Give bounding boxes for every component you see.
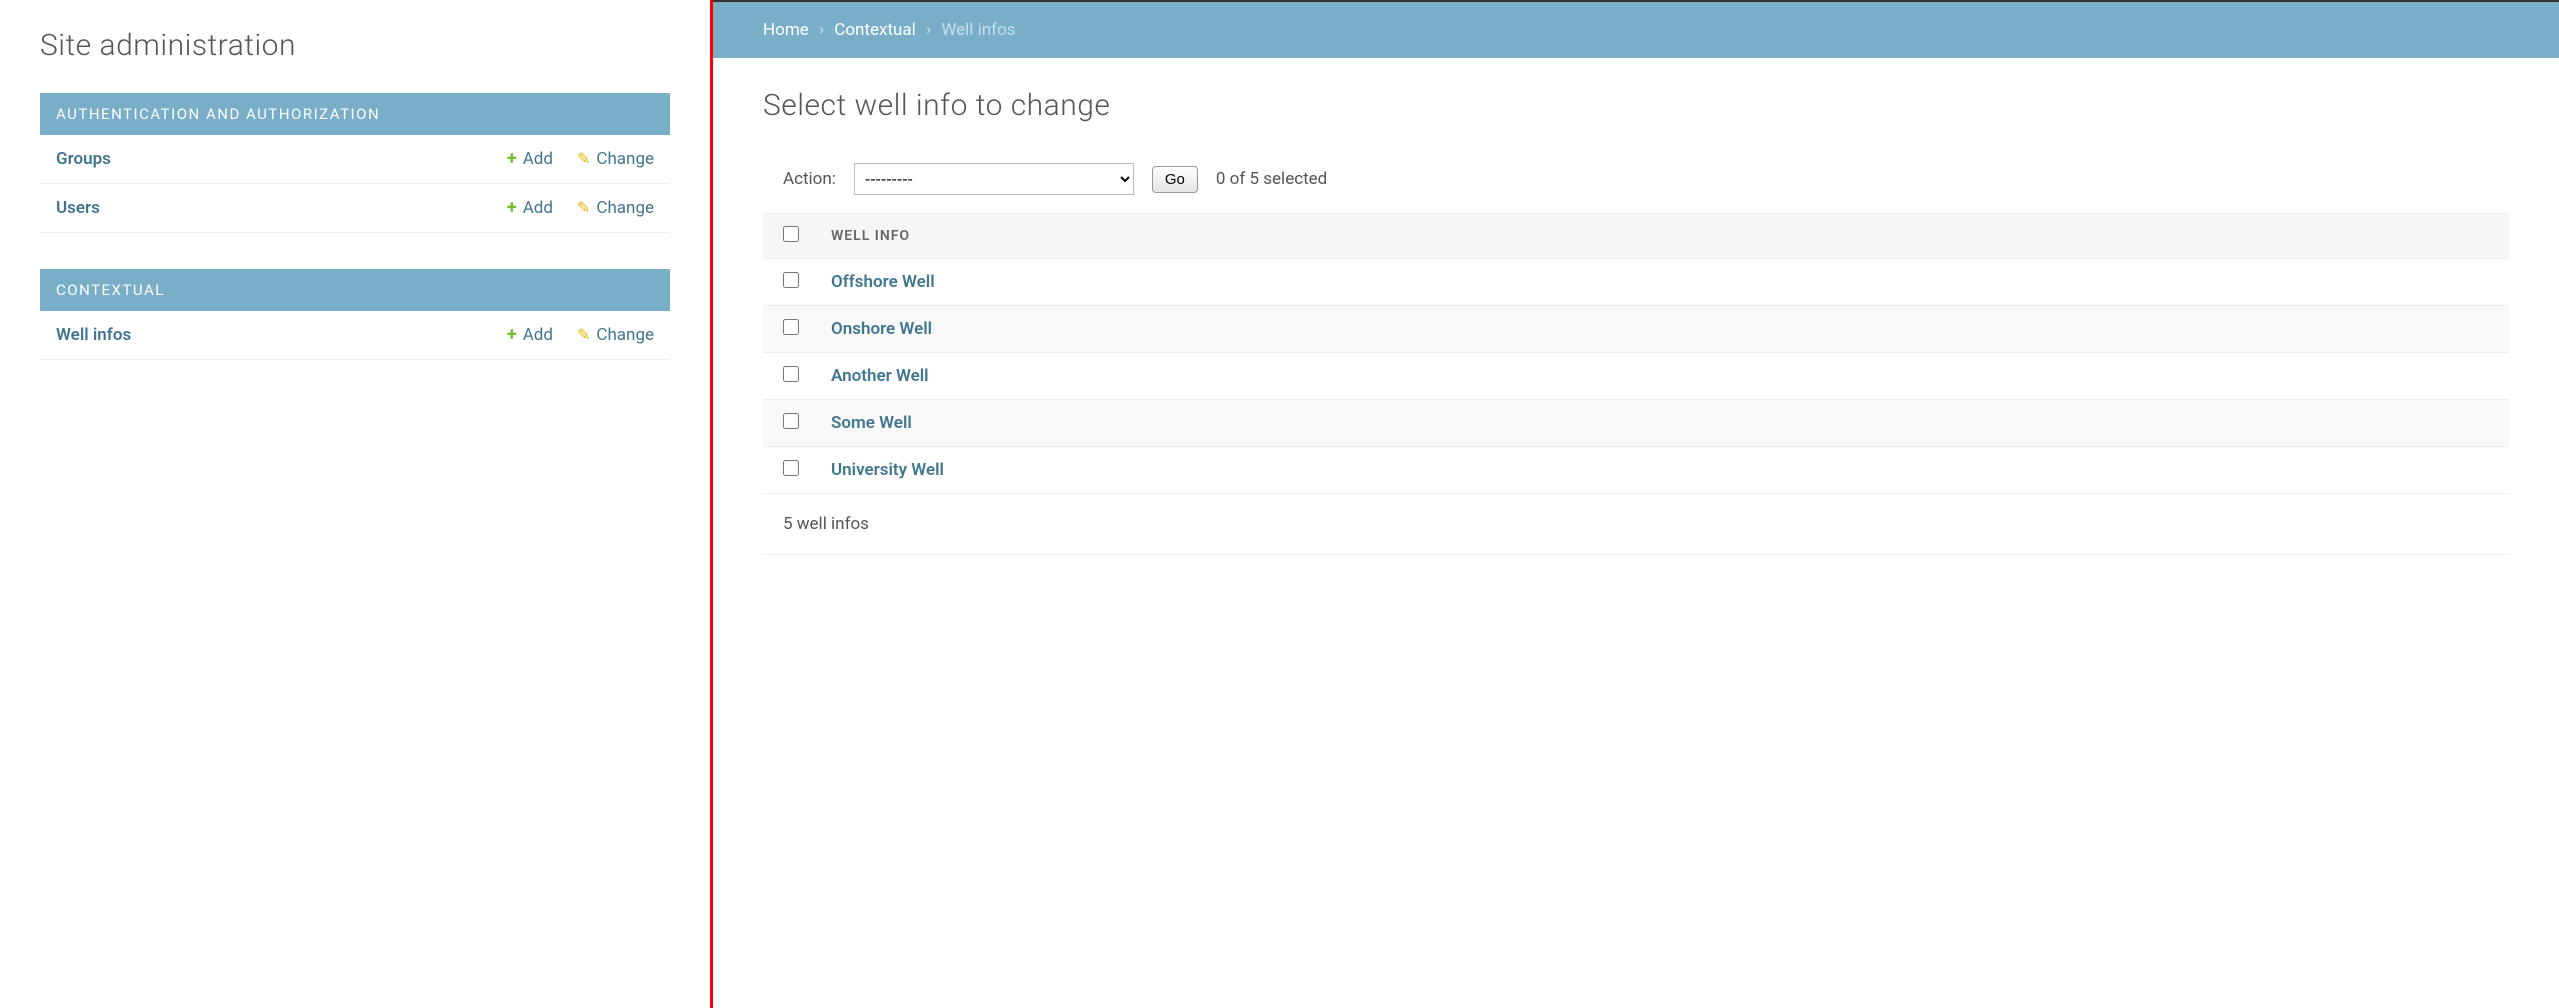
module-header-contextual: CONTEXTUAL bbox=[40, 269, 670, 311]
item-link[interactable]: Another Well bbox=[831, 366, 929, 386]
module-actions: + Add ✎ Change bbox=[507, 198, 654, 218]
add-label: Add bbox=[523, 198, 553, 218]
table-row: Another Well bbox=[763, 353, 2509, 400]
page-title: Site administration bbox=[40, 28, 670, 63]
breadcrumb-sep: › bbox=[813, 20, 830, 40]
change-label: Change bbox=[596, 325, 654, 345]
change-link-groups[interactable]: ✎ Change bbox=[577, 149, 654, 169]
model-link-well-infos[interactable]: Well infos bbox=[56, 325, 507, 345]
breadcrumb-sep: › bbox=[920, 20, 937, 40]
changelist-panel: Home › Contextual › Well infos Select we… bbox=[713, 0, 2559, 1008]
pencil-icon: ✎ bbox=[577, 200, 590, 216]
plus-icon: + bbox=[507, 150, 517, 168]
changelist-title: Select well info to change bbox=[763, 88, 2509, 123]
row-checkbox[interactable] bbox=[783, 272, 799, 288]
add-link-groups[interactable]: + Add bbox=[507, 149, 553, 169]
module-actions: + Add ✎ Change bbox=[507, 325, 654, 345]
module-actions: + Add ✎ Change bbox=[507, 149, 654, 169]
plus-icon: + bbox=[507, 199, 517, 217]
item-link[interactable]: University Well bbox=[831, 460, 944, 480]
site-admin-panel: Site administration AUTHENTICATION AND A… bbox=[0, 0, 710, 1008]
item-link[interactable]: Onshore Well bbox=[831, 319, 932, 339]
module-auth: AUTHENTICATION AND AUTHORIZATION Groups … bbox=[40, 93, 670, 233]
results-table: WELL INFO Offshore Well Onshore Well bbox=[763, 213, 2509, 494]
action-label: Action: bbox=[783, 169, 836, 189]
item-link[interactable]: Offshore Well bbox=[831, 272, 935, 292]
column-header-well-info[interactable]: WELL INFO bbox=[831, 228, 910, 244]
module-header-auth: AUTHENTICATION AND AUTHORIZATION bbox=[40, 93, 670, 135]
add-link-well-infos[interactable]: + Add bbox=[507, 325, 553, 345]
breadcrumb-section[interactable]: Contextual bbox=[834, 20, 915, 40]
actions-row: Action: --------- Go 0 of 5 selected bbox=[763, 153, 2509, 205]
change-label: Change bbox=[596, 198, 654, 218]
module-contextual: CONTEXTUAL Well infos + Add ✎ Change bbox=[40, 269, 670, 360]
row-checkbox[interactable] bbox=[783, 319, 799, 335]
table-row: Some Well bbox=[763, 400, 2509, 447]
module-row-well-infos: Well infos + Add ✎ Change bbox=[40, 311, 670, 360]
selection-counter: 0 of 5 selected bbox=[1216, 169, 1327, 189]
breadcrumb-current: Well infos bbox=[941, 20, 1015, 40]
module-row-groups: Groups + Add ✎ Change bbox=[40, 135, 670, 184]
results-header: WELL INFO bbox=[763, 214, 2509, 259]
row-checkbox[interactable] bbox=[783, 460, 799, 476]
go-button[interactable]: Go bbox=[1152, 166, 1198, 193]
model-link-users[interactable]: Users bbox=[56, 198, 507, 218]
pencil-icon: ✎ bbox=[577, 151, 590, 167]
table-row: University Well bbox=[763, 447, 2509, 494]
change-link-well-infos[interactable]: ✎ Change bbox=[577, 325, 654, 345]
module-row-users: Users + Add ✎ Change bbox=[40, 184, 670, 233]
add-label: Add bbox=[523, 325, 553, 345]
action-select[interactable]: --------- bbox=[854, 163, 1134, 195]
add-label: Add bbox=[523, 149, 553, 169]
change-label: Change bbox=[596, 149, 654, 169]
plus-icon: + bbox=[507, 326, 517, 344]
result-count: 5 well infos bbox=[763, 494, 2509, 555]
pencil-icon: ✎ bbox=[577, 327, 590, 343]
breadcrumb: Home › Contextual › Well infos bbox=[713, 0, 2559, 58]
row-checkbox[interactable] bbox=[783, 413, 799, 429]
change-link-users[interactable]: ✎ Change bbox=[577, 198, 654, 218]
table-row: Onshore Well bbox=[763, 306, 2509, 353]
table-row: Offshore Well bbox=[763, 259, 2509, 306]
add-link-users[interactable]: + Add bbox=[507, 198, 553, 218]
select-all-checkbox[interactable] bbox=[783, 226, 799, 242]
item-link[interactable]: Some Well bbox=[831, 413, 912, 433]
row-checkbox[interactable] bbox=[783, 366, 799, 382]
model-link-groups[interactable]: Groups bbox=[56, 149, 507, 169]
breadcrumb-home[interactable]: Home bbox=[763, 20, 809, 40]
